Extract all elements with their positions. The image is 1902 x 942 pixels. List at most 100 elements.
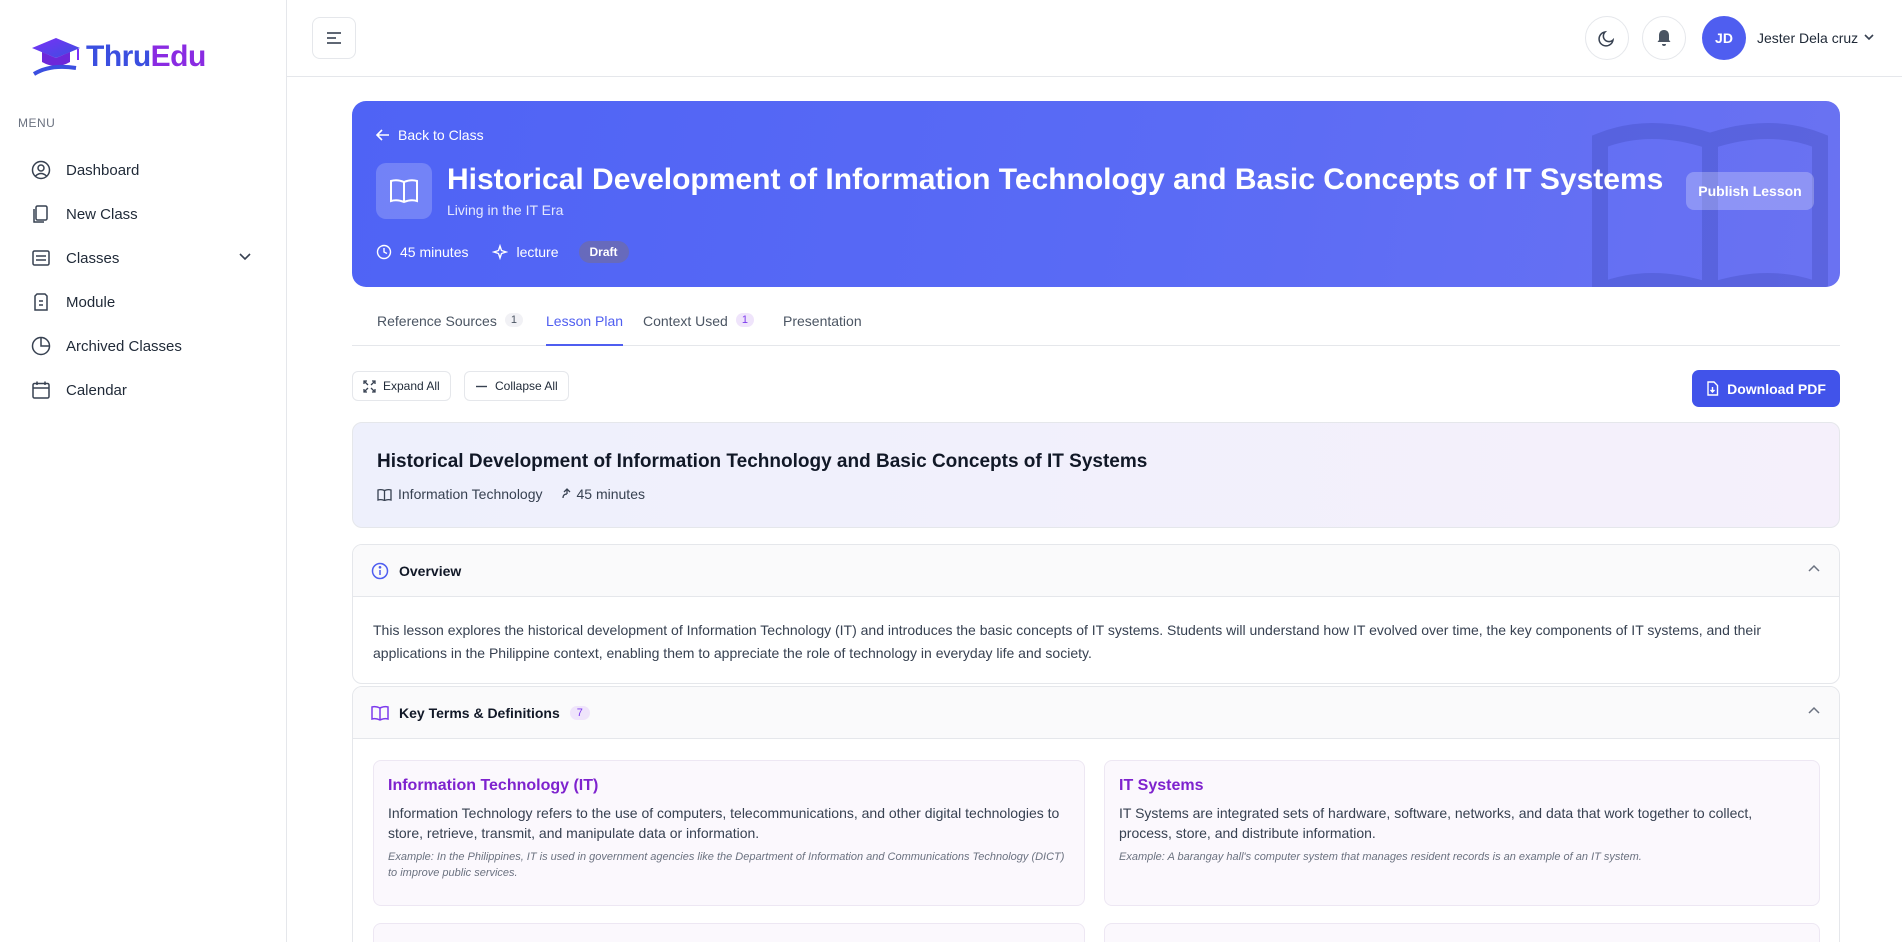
chevron-up-icon[interactable] — [1807, 704, 1821, 721]
tab-count-badge: 1 — [504, 313, 523, 327]
tab-label: Presentation — [783, 313, 862, 329]
term-card — [1104, 923, 1820, 942]
key-terms-section: Key Terms & Definitions 7 Information Te… — [352, 686, 1840, 942]
user-circle-icon — [30, 159, 52, 181]
sidebar-item-label: Classes — [66, 249, 120, 267]
chevron-up-icon[interactable] — [1807, 562, 1821, 579]
brand-part1: Thru — [86, 40, 151, 73]
type-label: lecture — [516, 244, 559, 260]
brand-logo[interactable]: ThruEdu — [30, 34, 206, 80]
term-definition: Information Technology refers to the use… — [388, 805, 1060, 841]
calendar-icon — [30, 379, 52, 401]
lesson-plan-title: Historical Development of Information Te… — [377, 451, 1148, 472]
tab-reference-sources[interactable]: Reference Sources 1 — [377, 313, 523, 346]
duration-meta: 45 minutes — [561, 486, 645, 502]
download-pdf-label: Download PDF — [1727, 380, 1826, 397]
sidebar-item-label: Dashboard — [66, 161, 140, 179]
menu-label: MENU — [18, 116, 56, 130]
arrow-left-icon — [376, 129, 389, 141]
expand-icon — [363, 379, 376, 393]
lesson-summary-card: Historical Development of Information Te… — [352, 422, 1840, 528]
duration-label: 45 minutes — [576, 486, 645, 502]
sidebar-item-label: Module — [66, 293, 116, 311]
tab-count-badge: 1 — [735, 313, 754, 327]
sidebar-item-classes[interactable]: Classes — [0, 236, 286, 280]
book-open-icon — [371, 705, 389, 721]
chevron-down-icon[interactable] — [238, 249, 252, 267]
sidebar-item-label: Calendar — [66, 381, 127, 399]
notifications-button[interactable] — [1642, 16, 1686, 60]
tab-label: Context Used — [643, 313, 728, 329]
moon-icon — [1598, 30, 1615, 47]
overview-heading: Overview — [399, 562, 462, 579]
lesson-hero: Back to Class Historical Development of … — [352, 101, 1840, 287]
sidebar: ThruEdu MENU Dashboard New Class Classes — [0, 0, 287, 942]
lesson-book-icon — [376, 163, 432, 219]
back-to-class-label: Back to Class — [398, 127, 484, 143]
term-example: Example: In the Philippines, IT is used … — [388, 851, 1065, 879]
key-terms-count-badge: 7 — [569, 705, 590, 720]
copy-icon — [30, 203, 52, 225]
avatar[interactable]: JD — [1702, 16, 1746, 60]
lesson-subtitle: Living in the IT Era — [447, 202, 564, 218]
file-icon — [30, 291, 52, 313]
subject-meta: Information Technology — [377, 486, 543, 502]
sidebar-item-label: New Class — [66, 205, 138, 223]
topbar: JD Jester Dela cruz — [287, 0, 1902, 77]
key-terms-heading: Key Terms & Definitions — [399, 704, 560, 721]
term-card: Information Technology (IT) Information … — [373, 760, 1085, 906]
brand-name: ThruEdu — [86, 40, 206, 74]
term-card — [373, 923, 1085, 942]
sidebar-item-calendar[interactable]: Calendar — [0, 368, 286, 412]
term-title: IT Systems — [1119, 777, 1204, 794]
brand-part2: Edu — [150, 40, 207, 73]
menu-icon — [327, 32, 341, 44]
sidebar-item-module[interactable]: Module — [0, 280, 286, 324]
clock-icon — [376, 244, 392, 260]
type-meta: lecture — [492, 244, 559, 260]
lesson-tabs: Reference Sources 1 Lesson Plan Context … — [352, 300, 1840, 346]
graduation-cap-icon — [32, 38, 80, 76]
lesson-title: Historical Development of Information Te… — [447, 163, 1664, 196]
user-name[interactable]: Jester Dela cruz — [1757, 30, 1858, 46]
collapse-all-label: Collapse All — [495, 379, 558, 393]
duration-label: 45 minutes — [400, 244, 469, 260]
overview-section: Overview This lesson explores the histor… — [352, 544, 1840, 684]
download-pdf-button[interactable]: Download PDF — [1692, 370, 1840, 407]
file-download-icon — [1707, 381, 1719, 396]
sidebar-toggle-button[interactable] — [312, 17, 356, 59]
term-definition: IT Systems are integrated sets of hardwa… — [1119, 805, 1753, 841]
key-terms-header[interactable]: Key Terms & Definitions 7 — [353, 687, 1839, 739]
lesson-plan-meta: Information Technology 45 minutes — [377, 486, 645, 502]
status-badge: Draft — [578, 241, 629, 263]
expand-all-button[interactable]: Expand All — [352, 371, 451, 401]
term-card: IT Systems IT Systems are integrated set… — [1104, 760, 1820, 906]
chevron-down-icon[interactable] — [1863, 30, 1875, 48]
theme-toggle-button[interactable] — [1585, 16, 1629, 60]
expand-all-label: Expand All — [383, 379, 440, 393]
sidebar-item-dashboard[interactable]: Dashboard — [0, 148, 286, 192]
publish-lesson-button[interactable]: Publish Lesson — [1686, 172, 1814, 210]
sparkles-icon — [492, 244, 509, 260]
list-icon — [30, 247, 52, 269]
term-title: Information Technology (IT) — [388, 777, 599, 794]
overview-header[interactable]: Overview — [353, 545, 1839, 597]
tab-context-used[interactable]: Context Used 1 — [643, 313, 754, 346]
bell-icon — [1657, 30, 1671, 46]
back-to-class-link[interactable]: Back to Class — [376, 127, 484, 143]
sidebar-item-new-class[interactable]: New Class — [0, 192, 286, 236]
tab-presentation[interactable]: Presentation — [783, 313, 862, 346]
book-icon — [377, 488, 392, 501]
tab-label: Reference Sources — [377, 313, 497, 329]
lesson-meta: 45 minutes lecture Draft — [376, 241, 629, 263]
collapse-all-button[interactable]: Collapse All — [464, 371, 569, 401]
sidebar-item-archived-classes[interactable]: Archived Classes — [0, 324, 286, 368]
info-icon — [371, 562, 389, 579]
tab-label: Lesson Plan — [546, 313, 624, 329]
tab-lesson-plan[interactable]: Lesson Plan — [546, 313, 624, 346]
pie-chart-icon — [30, 335, 52, 357]
sidebar-nav: Dashboard New Class Classes Module Archi… — [0, 148, 286, 412]
term-example: Example: A barangay hall's computer syst… — [1119, 851, 1642, 863]
duration-meta: 45 minutes — [376, 244, 468, 260]
minus-icon — [476, 385, 487, 387]
